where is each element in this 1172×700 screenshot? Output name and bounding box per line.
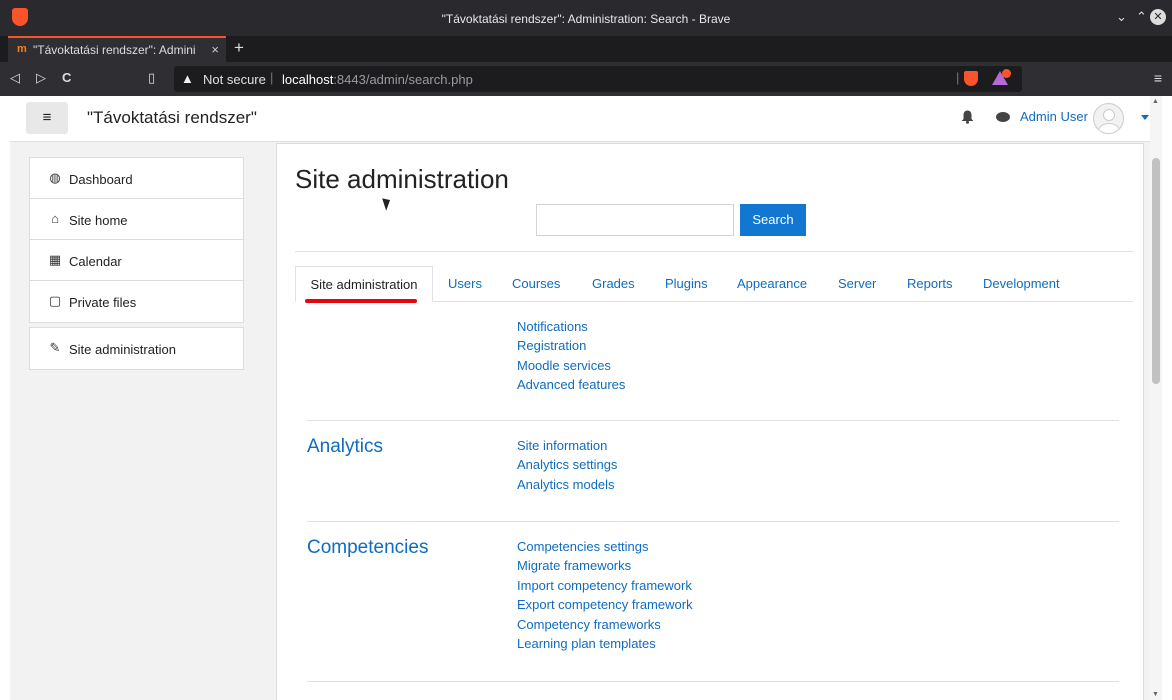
admin-search-input[interactable] [536,204,734,236]
tab-reports[interactable]: Reports [907,266,953,302]
avatar[interactable] [1093,103,1124,134]
window-titlebar: "Távoktatási rendszer": Administration: … [0,0,1172,36]
warning-icon: ▲ [181,71,194,86]
tab-courses[interactable]: Courses [512,266,560,302]
section-analytics-links: Site information Analytics settings Anal… [517,436,617,494]
user-menu-caret-icon[interactable] [1141,115,1149,120]
nav-group-main: ◍ Dashboard ⌂ Site home ▦ Calendar ▢ Pri… [29,157,244,323]
dashboard-icon: ◍ [49,170,61,185]
maximize-button[interactable]: ⌃ [1136,9,1147,25]
security-status[interactable]: Not secure [203,72,266,87]
admin-tabs: Site administration Users Courses Grades… [295,266,1133,302]
url-text[interactable]: localhost:8443/admin/search.php [282,72,473,87]
shields-separator: | [956,70,960,85]
nav-item-label: Dashboard [69,172,133,187]
rewards-badge [1002,69,1011,78]
link-export-competency-framework[interactable]: Export competency framework [517,595,693,614]
browser-menu-button[interactable]: ≡ [1154,70,1162,86]
tab-users[interactable]: Users [448,266,482,302]
link-import-competency-framework[interactable]: Import competency framework [517,576,693,595]
page-title: Site administration [295,164,509,194]
tab-close-button[interactable]: × [211,42,219,57]
calendar-icon: ▦ [48,252,62,267]
url-host: localhost [282,72,334,87]
nav-group-admin: ✎ Site administration [29,327,244,370]
tab-development[interactable]: Development [983,266,1060,302]
nav-item-label: Site home [69,213,128,228]
link-registration[interactable]: Registration [517,336,625,355]
web-page: ≡ "Távoktatási rendszer" Admin User ◍ Da… [10,96,1162,700]
section-competencies-links: Competencies settings Migrate frameworks… [517,537,693,653]
tab-appearance[interactable]: Appearance [737,266,807,302]
link-moodle-services[interactable]: Moodle services [517,356,625,375]
moodle-favicon-icon: m [17,43,27,55]
scrollbar-thumb[interactable] [1152,158,1160,384]
nav-item-label: Site administration [69,342,176,357]
window-title: "Távoktatási rendszer": Administration: … [441,12,731,26]
site-name[interactable]: "Távoktatási rendszer" [87,108,257,128]
tab-site-administration[interactable]: Site administration [295,266,433,302]
nav-item-site-administration[interactable]: ✎ Site administration [30,328,243,369]
link-notifications[interactable]: Notifications [517,317,625,336]
link-migrate-frameworks[interactable]: Migrate frameworks [517,556,693,575]
browser-tab[interactable]: m "Távoktatási rendszer": Admini × [8,36,226,62]
category-competencies[interactable]: Competencies [307,537,428,559]
nav-item-label: Private files [69,295,137,310]
wrench-icon: ✎ [49,340,61,355]
tab-bar: m "Távoktatási rendszer": Admini × + [0,36,1172,62]
reload-button[interactable]: C [62,70,71,85]
brave-shields-icon[interactable] [964,71,978,86]
page-scrollbar[interactable]: ▲ ▼ [1150,96,1162,700]
tab-label: "Távoktatási rendszer": Admini [33,43,196,57]
address-separator: | [270,70,274,85]
section-general-links: Notifications Registration Moodle servic… [517,317,625,395]
new-tab-button[interactable]: + [234,38,244,58]
nav-item-dashboard[interactable]: ◍ Dashboard [30,158,243,199]
nav-item-site-home[interactable]: ⌂ Site home [30,199,243,240]
minimize-button[interactable]: ⌄ [1116,9,1127,25]
section-divider [307,681,1119,682]
search-button[interactable]: Search [740,204,806,236]
nav-item-label: Calendar [69,254,122,269]
home-icon: ⌂ [51,211,59,226]
tab-server[interactable]: Server [838,266,876,302]
link-analytics-models[interactable]: Analytics models [517,475,617,494]
address-bar[interactable]: ▲ Not secure | localhost:8443/admin/sear… [174,66,1022,92]
scroll-up-icon[interactable]: ▲ [1152,98,1159,105]
nav-item-calendar[interactable]: ▦ Calendar [30,240,243,281]
link-learning-plan-templates[interactable]: Learning plan templates [517,634,693,653]
link-competencies-settings[interactable]: Competencies settings [517,537,693,556]
nav-item-private-files[interactable]: ▢ Private files [30,281,243,322]
user-menu-name[interactable]: Admin User [1020,109,1088,124]
divider [295,251,1133,252]
bookmark-button[interactable]: ▯ [148,70,155,86]
avatar-body [1098,123,1120,133]
link-advanced-features[interactable]: Advanced features [517,375,625,394]
tab-plugins[interactable]: Plugins [665,266,708,302]
avatar-head [1103,109,1115,121]
forward-button[interactable]: ▷ [36,70,46,86]
notifications-bell-icon[interactable] [961,110,974,124]
section-divider [307,420,1119,421]
link-competency-frameworks[interactable]: Competency frameworks [517,615,693,634]
moodle-navbar: ≡ "Távoktatási rendszer" Admin User [10,96,1162,142]
link-analytics-settings[interactable]: Analytics settings [517,455,617,474]
nav-drawer: ◍ Dashboard ⌂ Site home ▦ Calendar ▢ Pri… [10,143,262,700]
url-path: :8443/admin/search.php [333,72,473,87]
close-window-button[interactable]: ✕ [1150,9,1166,25]
main-region: Site administration Search Site administ… [276,143,1144,700]
file-icon: ▢ [48,293,62,308]
messages-icon[interactable] [996,112,1010,122]
tab-grades[interactable]: Grades [592,266,635,302]
link-site-information[interactable]: Site information [517,436,617,455]
address-toolbar: ◁ ▷ C ▯ ▲ Not secure | localhost:8443/ad… [0,62,1172,96]
highlight-underline [305,299,417,303]
drawer-toggle-button[interactable]: ≡ [26,102,68,134]
scroll-down-icon[interactable]: ▼ [1152,691,1159,698]
section-divider [307,521,1119,522]
category-analytics[interactable]: Analytics [307,436,383,458]
back-button[interactable]: ◁ [10,70,20,86]
